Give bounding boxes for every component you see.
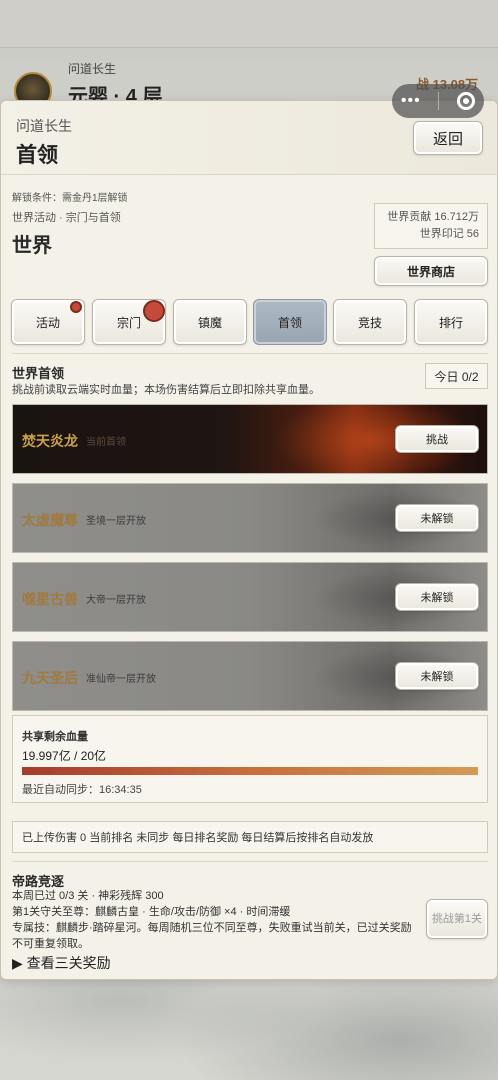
tab-activity[interactable]: 活动 [11, 299, 85, 345]
boss-name: 太虚魔尊 [22, 512, 78, 528]
world-stats-box: 世界贡献 16.712万 世界印记 56 [374, 203, 488, 249]
tab-boss[interactable]: 首领 [253, 299, 327, 345]
shared-hp-value: 19.997亿 / 20亿 [22, 749, 107, 763]
rank-status-bar: 已上传伤害 0 当前排名 未同步 每日排名奖励 每日结算后按排名自动发放 [12, 821, 488, 853]
boss-card-taixu: 太虚魔尊 圣境一层开放 未解锁 [12, 483, 488, 553]
divider [12, 353, 488, 354]
tab-label: 竞技 [357, 315, 382, 330]
view-rewards-link[interactable]: ▶ 查看三关奖励 [12, 953, 111, 973]
close-circle-icon[interactable] [457, 92, 476, 110]
tab-bar: 活动 宗门 镇魔 首领 竞技 排行 [11, 299, 489, 345]
shared-hp-bar [22, 767, 478, 775]
panel-subtitle: 问道长生 [16, 118, 72, 134]
tab-ranking[interactable]: 排行 [414, 299, 488, 345]
more-icon[interactable]: ••• [401, 92, 421, 110]
boss-card-shixing: 噬星古兽 大帝一层开放 未解锁 [12, 562, 488, 632]
boss-name: 九天圣后 [22, 670, 78, 686]
world-shop-button[interactable]: 世界商店 [374, 256, 488, 286]
boss-note: 准仙帝一层开放 [86, 674, 156, 685]
locked-button[interactable]: 未解锁 [395, 583, 479, 611]
capsule-divider [438, 92, 440, 110]
boss-card-jiutian: 九天圣后 准仙帝一层开放 未解锁 [12, 641, 488, 711]
emperor-road-progress: 本周已过 0/3 关 · 神彩残辉 300 [12, 890, 164, 902]
boss-name: 焚天炎龙 [22, 433, 78, 449]
tab-demon[interactable]: 镇魔 [173, 299, 247, 345]
emperor-road-skill: 专属技：麒麟步·踏碎星河。每周随机三位不同至尊，失败重试当前关，已过关奖励不可重… [12, 922, 412, 950]
boss-note: 大帝一层开放 [86, 595, 146, 606]
last-sync-time: 最近自动同步：16:34:35 [22, 784, 142, 796]
tab-sect[interactable]: 宗门 [92, 299, 166, 345]
unlock-condition: 解锁条件：需金丹1层解锁 [12, 193, 128, 204]
world-boss-description: 挑战前读取云端实时血量；本场伤害结算后立即扣除共享血量。 [12, 384, 320, 396]
shared-hp-box: 共享剩余血量 19.997亿 / 20亿 最近自动同步：16:34:35 [12, 715, 488, 803]
tab-arena[interactable]: 竞技 [333, 299, 407, 345]
breadcrumb: 世界活动 · 宗门与首领 [12, 212, 121, 224]
boss-panel: 问道长生 首领 返回 解锁条件：需金丹1层解锁 世界活动 · 宗门与首领 世界 … [0, 100, 498, 980]
tab-label: 宗门 [116, 315, 141, 330]
boss-note: 圣境一层开放 [86, 516, 146, 527]
world-seal: 世界印记 56 [419, 228, 479, 240]
boss-card-flame-dragon: 焚天炎龙 当前首领 挑战 [12, 404, 488, 474]
background-header [0, 0, 498, 48]
section-title: 世界 [12, 235, 52, 257]
shared-hp-label: 共享剩余血量 [22, 731, 88, 743]
tab-label: 排行 [438, 315, 463, 330]
tab-label: 镇魔 [197, 315, 222, 330]
locked-button[interactable]: 未解锁 [395, 504, 479, 532]
boss-name: 噬星古兽 [22, 591, 78, 607]
back-button[interactable]: 返回 [413, 121, 483, 155]
player-name: 问道长生 [68, 62, 117, 76]
miniprogram-capsule: ••• [392, 84, 484, 118]
notification-dot-icon [143, 300, 165, 322]
challenge-button[interactable]: 挑战 [395, 425, 479, 453]
today-count-badge: 今日 0/2 [425, 363, 488, 389]
world-contribution: 世界贡献 16.712万 [387, 211, 479, 223]
emperor-road-boss-info: 第1关守关至尊：麒麟古皇 · 生命/攻击/防御 ×4 · 时间滞缓 [12, 906, 291, 918]
shared-hp-fill [22, 767, 478, 775]
locked-button[interactable]: 未解锁 [395, 662, 479, 690]
tab-label: 活动 [35, 315, 60, 330]
tab-label: 首领 [277, 315, 302, 330]
divider [12, 861, 488, 862]
page-title: 首领 [16, 144, 58, 167]
notification-dot-icon [70, 301, 82, 313]
world-boss-heading: 世界首领 [12, 366, 65, 381]
challenge-stage-button[interactable]: 挑战第1关 [426, 899, 488, 939]
boss-note: 当前首领 [86, 437, 126, 448]
